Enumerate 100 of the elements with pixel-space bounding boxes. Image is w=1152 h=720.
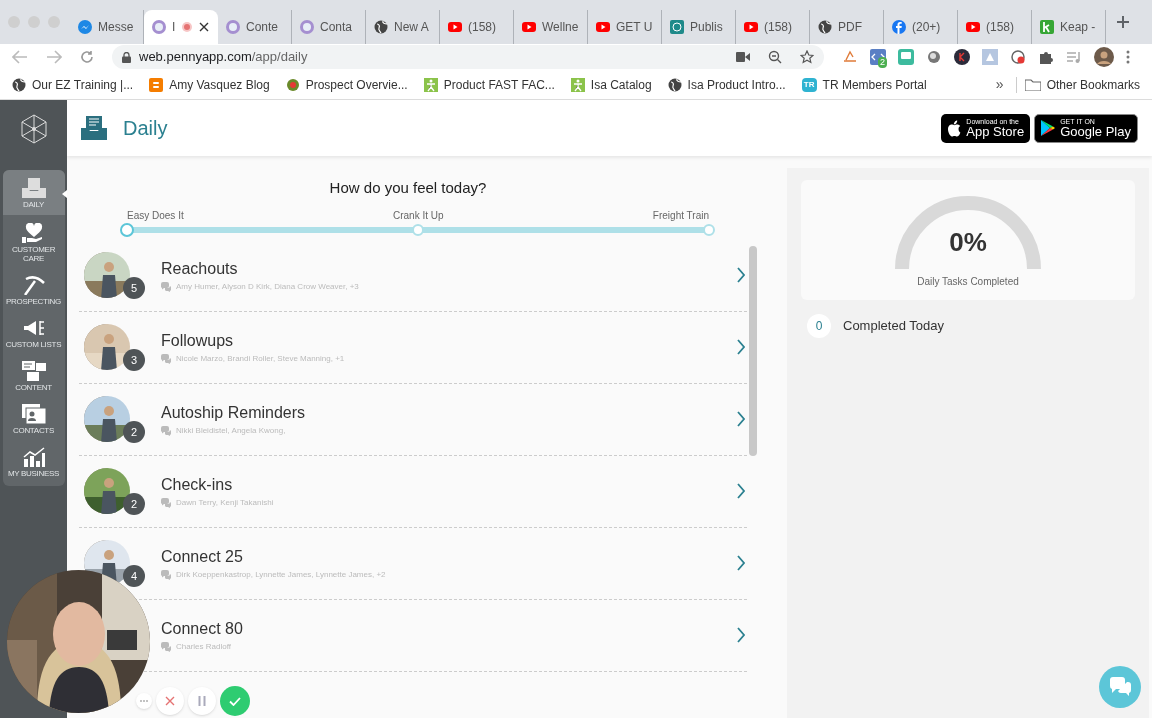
other-bookmarks-button[interactable]: Other Bookmarks	[1020, 75, 1140, 94]
slider-stop	[412, 223, 424, 236]
sidebar-item[interactable]: CONTACTS	[2, 396, 65, 439]
task-title: Autoship Reminders	[161, 402, 307, 423]
target-icon	[285, 77, 300, 92]
question-text: How do you feel today?	[328, 178, 488, 198]
logo-icon	[19, 114, 48, 144]
task-title: Connect 80	[161, 618, 244, 639]
extension-icon[interactable]	[954, 49, 970, 65]
pickaxe-icon	[21, 275, 46, 295]
zoom-out-icon[interactable]	[768, 50, 782, 64]
task-title: Check-ins	[161, 474, 234, 495]
play-icon	[744, 20, 758, 34]
slider-label: Freight Train	[652, 208, 709, 223]
inbox-tray-icon	[21, 178, 46, 198]
recording-icon	[181, 21, 194, 33]
chevron-right-icon[interactable]	[737, 339, 745, 355]
page-title: Daily	[123, 116, 168, 141]
globe-icon	[818, 20, 832, 34]
slider-stop	[703, 223, 715, 236]
media-queue-icon[interactable]	[1066, 49, 1082, 65]
chevron-right-icon[interactable]	[737, 627, 745, 643]
app-icon	[670, 20, 684, 34]
extension-badge: 2	[878, 57, 887, 68]
inbox-tray-icon	[81, 116, 107, 140]
chat-bubble-icon	[78, 20, 92, 34]
bookmark-link[interactable]: Our EZ Training |...	[12, 75, 134, 94]
figure-icon	[423, 77, 438, 92]
progress-value: 0%	[949, 226, 987, 258]
bookmark-link[interactable]: Amy Vasquez Blog	[149, 75, 270, 94]
chat-icon	[161, 425, 171, 436]
bookmark-link[interactable]: Isa Product Intro...	[667, 75, 786, 94]
bar-chart-icon	[21, 447, 46, 467]
close-icon	[165, 696, 175, 706]
check-icon	[229, 696, 241, 706]
contact-cards-icon	[21, 404, 46, 424]
puzzle-icon[interactable]	[1038, 49, 1054, 65]
play-icon	[448, 20, 462, 34]
chat-icon	[161, 281, 171, 292]
document-icon	[149, 77, 164, 92]
chevron-right-icon[interactable]	[737, 555, 745, 571]
completed-label: Completed Today	[843, 317, 944, 336]
play-icon	[596, 20, 610, 34]
reload-icon[interactable]	[80, 50, 94, 64]
folder-icon	[1024, 78, 1041, 91]
globe-icon	[667, 77, 682, 92]
chat-cards-icon	[21, 361, 46, 381]
chat-icon	[1108, 676, 1132, 698]
code-extension-icon[interactable]	[870, 49, 886, 65]
mood-slider[interactable]	[119, 221, 717, 238]
count-badge: 3	[123, 349, 145, 371]
address-bar[interactable]: web.pennyapp.com/app/daily	[112, 45, 824, 69]
sidebar-item[interactable]: CONTENT	[2, 353, 65, 396]
chevron-right-icon[interactable]	[737, 411, 745, 427]
bookmarks-overflow-button[interactable]: »	[987, 74, 1012, 95]
bookmark-icon: TR	[801, 77, 817, 92]
play-icon	[522, 20, 536, 34]
pause-icon	[198, 696, 206, 706]
count-badge: 2	[123, 421, 145, 443]
camera-icon[interactable]	[736, 52, 750, 62]
star-icon[interactable]	[800, 50, 814, 64]
chat-icon	[161, 569, 171, 580]
browser-tab[interactable]: I	[144, 10, 218, 44]
count-badge: 5	[123, 277, 145, 299]
play-store-icon	[1041, 120, 1056, 136]
chevron-right-icon[interactable]	[737, 267, 745, 283]
globe-icon	[374, 20, 388, 34]
lock-icon	[122, 51, 131, 63]
scrollbar[interactable]	[749, 245, 757, 456]
sidebar-item[interactable]: DAILY	[2, 170, 65, 215]
app-icon	[226, 20, 240, 34]
bookmark-link[interactable]: TR TR Members Portal	[801, 75, 927, 94]
task-title: Connect 25	[161, 546, 244, 567]
chat-icon	[161, 497, 171, 508]
sidebar-item[interactable]: MY BUSINESS	[2, 439, 65, 482]
bookmark-link[interactable]: Isa Catalog	[570, 75, 652, 94]
bookmark-link[interactable]: Product FAST FAC...	[423, 75, 555, 94]
app-icon	[300, 20, 314, 34]
play-icon	[966, 20, 980, 34]
bookmark-link[interactable]: Prospect Overvie...	[285, 75, 408, 94]
close-icon[interactable]	[199, 22, 210, 32]
figure-icon	[570, 77, 585, 92]
sidebar-item[interactable]: PROSPECTING	[2, 267, 65, 310]
menu-icon[interactable]	[1126, 50, 1130, 64]
sidebar-item[interactable]: CUSTOM LISTS	[2, 310, 65, 353]
slider-label: Easy Does It	[127, 208, 184, 223]
slider-thumb[interactable]	[120, 222, 134, 237]
profile-avatar[interactable]	[1094, 47, 1114, 67]
sidebar-item[interactable]: CUSTOMER CARE	[2, 215, 65, 267]
megaphone-icon	[21, 318, 46, 338]
chevron-right-icon[interactable]	[737, 483, 745, 499]
task-title: Followups	[161, 330, 235, 351]
completed-count: 0	[807, 314, 831, 338]
facebook-icon	[892, 20, 906, 34]
chat-icon	[161, 641, 171, 652]
new-tab-button[interactable]	[1116, 15, 1130, 29]
count-badge: 2	[123, 493, 145, 515]
apple-icon	[947, 119, 962, 137]
progress-caption: Daily Tasks Completed	[917, 275, 1019, 289]
globe-icon	[12, 77, 26, 92]
